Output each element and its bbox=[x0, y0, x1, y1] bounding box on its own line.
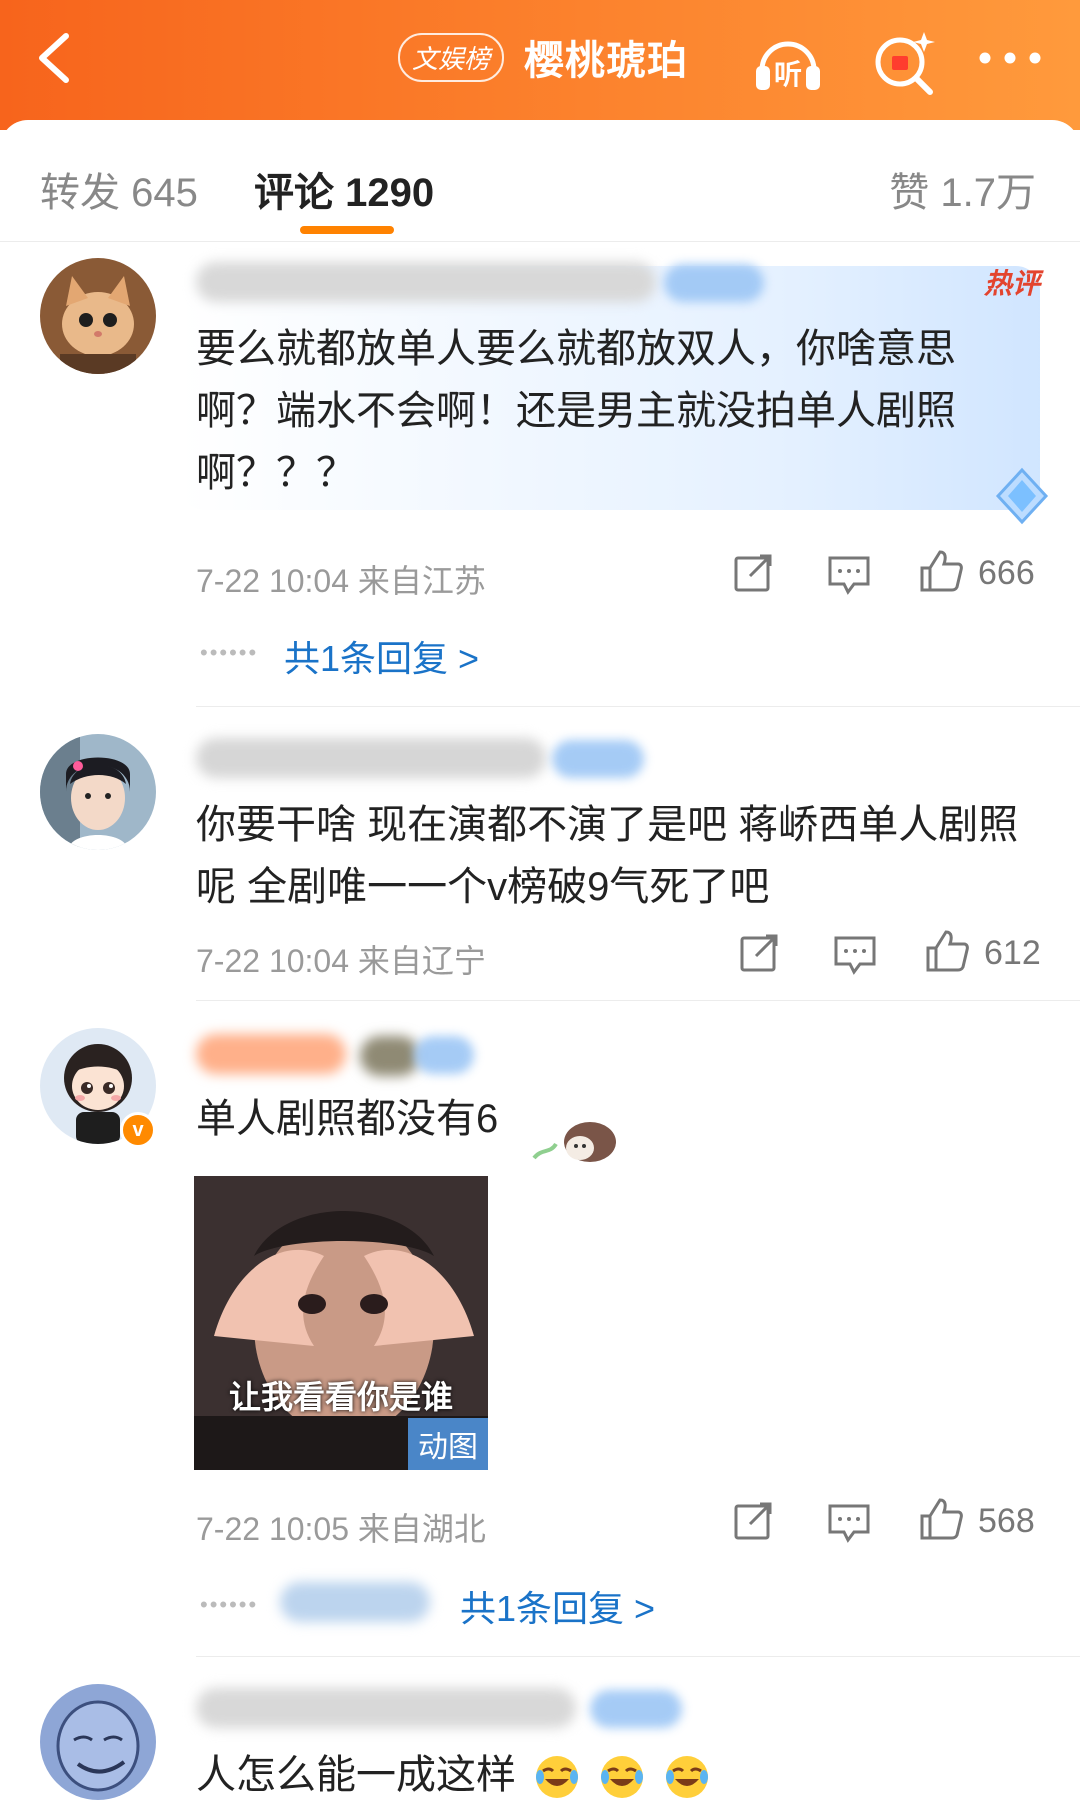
comment-line: 呢 全剧唯一一个v榜破9气死了吧 bbox=[196, 865, 770, 909]
share-icon[interactable] bbox=[730, 550, 776, 596]
share-icon[interactable] bbox=[736, 930, 782, 976]
comment-line: 要么就都放单人要么就都放双人，你啥意思 bbox=[196, 327, 956, 371]
title-area[interactable]: 文娱榜 樱桃琥珀 bbox=[398, 30, 688, 84]
comment-meta: 7-22 10:05 来自湖北 bbox=[196, 1511, 486, 1547]
comment-text: 单人剧照都没有6 bbox=[196, 1088, 498, 1150]
divider bbox=[196, 1656, 1080, 1657]
gif-tag: 动图 bbox=[408, 1418, 488, 1470]
laugh-cry-emoji bbox=[666, 1756, 709, 1799]
diamond-decoration-icon bbox=[995, 467, 1049, 525]
like-icon[interactable] bbox=[924, 928, 970, 974]
verified-badge-icon: v bbox=[120, 1112, 156, 1148]
username-blurred[interactable] bbox=[196, 738, 546, 778]
divider bbox=[196, 706, 1080, 707]
tab-comments[interactable]: 评论 1290 bbox=[254, 160, 434, 218]
username-blurred[interactable] bbox=[196, 1034, 346, 1074]
hot-comment-badge: 热评 bbox=[983, 268, 1040, 299]
username-blurred[interactable] bbox=[196, 262, 656, 302]
comment-icon[interactable] bbox=[832, 932, 878, 978]
like-count: 612 bbox=[984, 934, 1041, 972]
like-count: 666 bbox=[978, 554, 1035, 592]
like-icon[interactable] bbox=[918, 1496, 964, 1542]
view-replies-link[interactable]: 共1条回复 > bbox=[284, 630, 479, 682]
comment-icon[interactable] bbox=[826, 1500, 872, 1546]
avatar[interactable] bbox=[40, 1684, 156, 1800]
user-badge-blurred bbox=[360, 1036, 420, 1076]
like-count: 568 bbox=[978, 1502, 1035, 1540]
reply-dots: •••••• bbox=[200, 1592, 259, 1617]
more-icon[interactable] bbox=[975, 40, 1045, 76]
tab-likes[interactable]: 赞 1.7万 bbox=[889, 160, 1036, 218]
member-badge-blurred bbox=[664, 264, 764, 302]
like-icon[interactable] bbox=[918, 548, 964, 594]
gif-image[interactable]: 让我看看你是谁 动图 bbox=[194, 1176, 488, 1470]
active-tab-indicator bbox=[300, 226, 394, 234]
view-replies-link[interactable]: 共1条回复 > bbox=[460, 1580, 655, 1632]
divider bbox=[196, 1000, 1080, 1001]
member-badge-blurred bbox=[590, 1690, 682, 1728]
comment-line: 人怎么能一成这样 bbox=[196, 1753, 516, 1797]
comment-line: 啊？端水不会啊！还是男主就没拍单人剧照 bbox=[196, 389, 956, 433]
tab-repost[interactable]: 转发 645 bbox=[40, 160, 198, 218]
page-title: 樱桃琥珀 bbox=[524, 39, 689, 83]
reply-preview-blurred bbox=[280, 1582, 430, 1622]
back-arrow-icon[interactable] bbox=[30, 28, 80, 88]
comment-meta: 7-22 10:04 来自辽宁 bbox=[196, 943, 486, 979]
member-badge-blurred bbox=[552, 740, 644, 778]
search-icon[interactable] bbox=[866, 24, 942, 100]
listen-glyph: 听 bbox=[774, 58, 802, 91]
ranking-badge: 文娱榜 bbox=[398, 32, 505, 82]
member-badge-blurred bbox=[414, 1036, 474, 1074]
username-blurred[interactable] bbox=[196, 1688, 576, 1728]
gif-caption: 让我看看你是谁 bbox=[228, 1379, 453, 1415]
comment-text: 你要干啥 现在演都不演了是吧 蒋峤西单人剧照 呢 全剧唯一一个v榜破9气死了吧 bbox=[196, 794, 1018, 918]
listen-icon[interactable]: 听 bbox=[750, 24, 826, 100]
comment-text: 要么就都放单人要么就都放双人，你啥意思 啊？端水不会啊！还是男主就没拍单人剧照 … bbox=[196, 318, 956, 504]
avatar[interactable] bbox=[40, 734, 156, 850]
top-bar: 文娱榜 樱桃琥珀 听 bbox=[0, 0, 1080, 130]
comment-icon[interactable] bbox=[826, 552, 872, 598]
sheep-sticker-icon bbox=[532, 1122, 616, 1162]
reply-dots: •••••• bbox=[200, 640, 259, 665]
laugh-cry-emoji bbox=[536, 1756, 579, 1799]
avatar[interactable] bbox=[40, 258, 156, 374]
comment-text: 人怎么能一成这样 bbox=[196, 1744, 711, 1806]
share-icon[interactable] bbox=[730, 1498, 776, 1544]
comment-line: 你要干啥 现在演都不演了是吧 蒋峤西单人剧照 bbox=[196, 803, 1019, 847]
comment-line: 单人剧照都没有6 bbox=[196, 1097, 499, 1141]
tabs-bar: 转发 645 评论 1290 赞 1.7万 bbox=[0, 120, 1080, 242]
comment-line: 啊？？？ bbox=[196, 451, 356, 495]
comment-meta: 7-22 10:04 来自江苏 bbox=[196, 563, 486, 599]
laugh-cry-emoji bbox=[601, 1756, 644, 1799]
